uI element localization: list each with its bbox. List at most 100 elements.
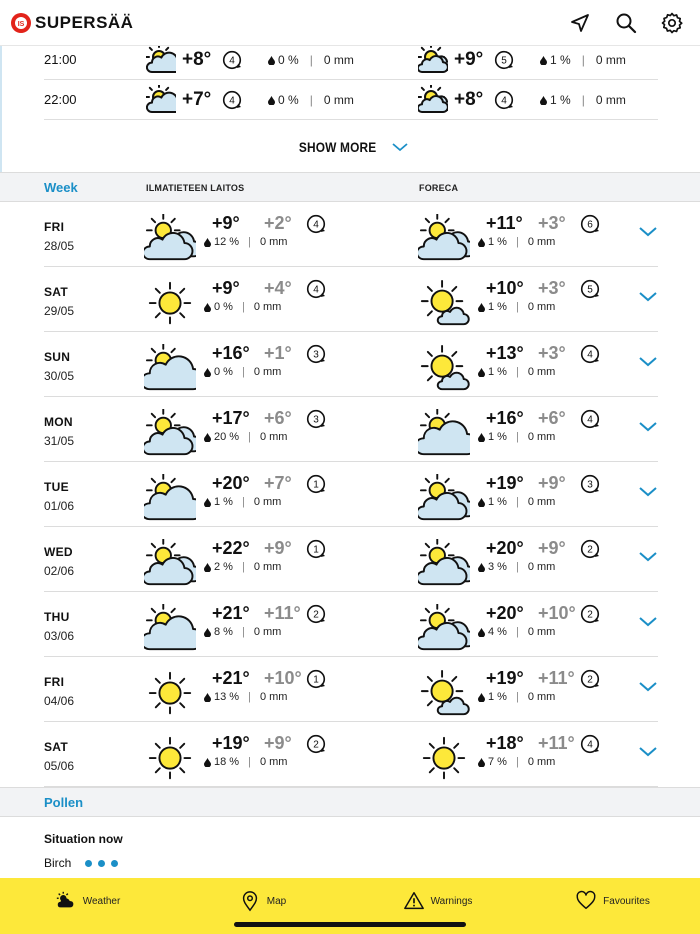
week-day-row[interactable]: MON 31/05 +17° +6° 3 20 % | 0 mm +16° +6… [44,397,658,462]
day-date: 05/06 [44,759,75,773]
day-precipitation: 1 % | 0 mm [478,301,555,313]
rain-probability: 20 % [214,431,240,443]
day-name: WED [44,545,73,559]
wind-direction-icon: 4 [222,50,242,70]
day-precipitation: 1 % | 0 mm [204,496,281,508]
wind-direction-icon: 6 [580,214,600,234]
min-temperature: +3° [538,278,566,298]
sun-icon [422,736,466,780]
rain-amount: 0 mm [253,561,282,573]
nav-favourites[interactable]: Favourites [525,878,700,934]
min-temperature: +11° [538,733,575,753]
day-precipitation: 13 % | 0 mm [204,691,287,703]
chevron-down-icon[interactable] [638,679,658,693]
rain-amount: 0 mm [527,431,556,443]
day-precipitation: 0 % | 0 mm [204,301,281,313]
hourly-ilmatieteen-cell: +8° 4 0 % | 0 mm [146,42,354,78]
wind-speed: 3 [313,350,319,361]
day-precipitation: 18 % | 0 mm [204,756,287,768]
rain-amount: 0 mm [253,301,282,313]
week-day-row[interactable]: WED 02/06 +22° +9° 1 2 % | 0 mm +20° +9°… [44,527,658,592]
min-temperature: +1° [264,343,292,363]
rain-amount: 0 mm [259,691,288,703]
logo[interactable]: IS SUPERSÄÄ [10,12,133,34]
day-date: 28/05 [44,239,75,253]
chevron-down-icon[interactable] [638,224,658,238]
min-temperature: +9° [538,473,566,493]
show-more-button[interactable]: SHOW MORE [0,124,700,170]
wind-direction-icon: 4 [306,214,326,234]
sun-clouds-icon [418,85,448,113]
hourly-temperature: +9° [454,49,484,70]
max-temperature: +20° [486,603,524,623]
gear-icon[interactable] [660,11,684,35]
wind-direction-icon: 4 [222,90,242,110]
rain-probability: 8 % [214,626,233,638]
week-day-row[interactable]: SAT 05/06 +19° +9° 2 18 % | 0 mm +18° +1… [44,722,658,787]
wind-speed: 2 [313,740,319,751]
sun-clouds-icon [144,214,196,261]
wind-speed: 4 [587,415,593,426]
rain-probability: 7 % [488,756,507,768]
day-precipitation: 1 % | 0 mm [478,691,555,703]
day-precipitation: 1 % | 0 mm [478,236,555,248]
logo-icon: IS [11,12,31,33]
location-arrow-icon[interactable] [568,11,592,35]
sun-cloud-icon [418,409,470,456]
chevron-down-icon[interactable] [638,354,658,368]
sun-cloud-icon [144,604,196,651]
chevron-down-icon[interactable] [638,419,658,433]
week-day-row[interactable]: FRI 28/05 +9° +2° 4 12 % | 0 mm +11° +3°… [44,202,658,267]
rain-amount: 0 mm [595,93,626,107]
week-day-row[interactable]: THU 03/06 +21° +11° 2 8 % | 0 mm +20° +1… [44,592,658,657]
chevron-down-icon[interactable] [638,484,658,498]
wind-speed: 4 [313,220,319,231]
week-day-row[interactable]: FRI 04/06 +21° +10° 1 13 % | 0 mm +19° +… [44,657,658,722]
wind-speed: 3 [313,415,319,426]
day-name: MON [44,415,73,429]
raindrop-icon [268,55,275,65]
max-temperature: +19° [212,733,250,753]
chevron-down-icon[interactable] [638,614,658,628]
max-temperature: +13° [486,343,524,363]
max-temperature: +20° [212,473,250,493]
raindrop-icon [204,432,211,442]
chevron-down-icon[interactable] [638,289,658,303]
rain-probability: 1 % [488,496,507,508]
min-temperature: +6° [538,408,566,428]
chevron-down-icon[interactable] [638,549,658,563]
week-day-row[interactable]: SAT 29/05 +9° +4° 4 0 % | 0 mm +10° +3° … [44,267,658,332]
week-day-row[interactable]: SUN 30/05 +16° +1° 3 0 % | 0 mm +13° +3°… [44,332,658,397]
wind-direction-icon: 2 [306,604,326,624]
pollen-level-dot [85,859,93,867]
pollen-title: Pollen [44,795,84,810]
sun-clouds-icon [418,474,470,521]
max-temperature: +11° [486,213,523,233]
wind-direction-icon: 4 [306,279,326,299]
day-name: FRI [44,675,65,689]
min-temperature: +7° [264,473,292,493]
wind-direction-icon: 5 [494,50,514,70]
search-icon[interactable] [614,11,638,35]
rain-amount: 0 mm [527,366,556,378]
pollen-item[interactable]: Birch [44,856,119,870]
chevron-down-icon[interactable] [638,744,658,758]
hour-time: 22:00 [44,92,77,107]
raindrop-icon [204,237,211,247]
nav-weather[interactable]: Weather [0,878,175,934]
day-date: 30/05 [44,369,75,383]
rain-probability: 1 % [214,496,233,508]
rain-probability: 0 % [278,53,299,67]
day-precipitation: 1 % | 0 mm [478,496,555,508]
min-temperature: +3° [538,213,566,233]
source-foreca-label: FORECA [419,183,459,193]
rain-probability: 2 % [214,561,233,573]
rain-amount: 0 mm [253,626,282,638]
week-day-row[interactable]: TUE 01/06 +20° +7° 1 1 % | 0 mm +19° +9°… [44,462,658,527]
logo-text: SUPERSÄÄ [35,12,134,32]
raindrop-icon [204,627,211,637]
max-temperature: +9° [212,213,240,233]
raindrop-icon [478,497,485,507]
sun-icon [148,281,192,325]
day-precipitation: 1 % | 0 mm [478,431,555,443]
